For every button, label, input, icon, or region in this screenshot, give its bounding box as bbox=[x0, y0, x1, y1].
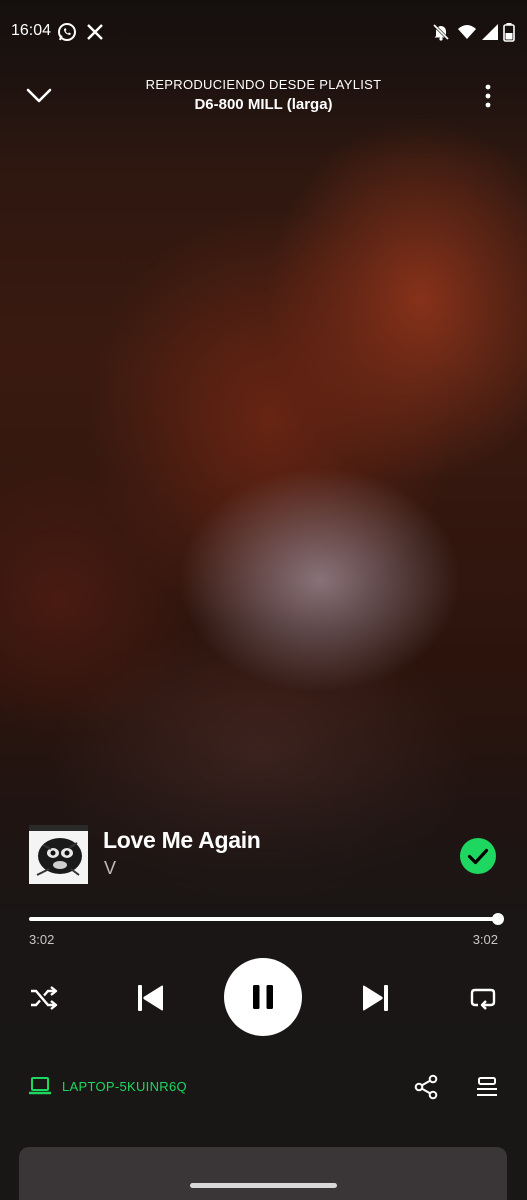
previous-track-button[interactable] bbox=[130, 978, 170, 1018]
skip-next-icon bbox=[363, 985, 388, 1011]
playback-progress-bar[interactable] bbox=[29, 912, 504, 926]
pause-icon bbox=[253, 985, 273, 1009]
saved-to-library-button[interactable] bbox=[459, 837, 497, 875]
lyrics-card[interactable] bbox=[19, 1147, 507, 1200]
shuffle-icon bbox=[31, 986, 58, 1010]
shuffle-button[interactable] bbox=[26, 980, 62, 1016]
playing-from-label: REPRODUCIENDO DESDE PLAYLIST bbox=[145, 77, 382, 92]
status-bar: 16:04 bbox=[0, 0, 527, 64]
cellular-signal-icon bbox=[480, 22, 500, 42]
repeat-button[interactable] bbox=[465, 980, 501, 1016]
album-art-image bbox=[29, 825, 88, 884]
track-info: Love Me Again V bbox=[29, 825, 499, 885]
home-indicator[interactable] bbox=[190, 1183, 337, 1188]
bottom-gradient bbox=[0, 700, 527, 1200]
connected-device[interactable]: LAPTOP-5KUINR6Q bbox=[28, 1074, 187, 1098]
progress-fill bbox=[29, 917, 498, 921]
player-header: REPRODUCIENDO DESDE PLAYLIST D6-800 MILL… bbox=[0, 70, 527, 130]
queue-button[interactable] bbox=[471, 1072, 503, 1102]
more-vertical-icon bbox=[485, 84, 491, 108]
more-options-button[interactable] bbox=[470, 78, 506, 114]
battery-icon bbox=[502, 22, 516, 42]
skip-previous-icon bbox=[138, 985, 163, 1011]
notifications-off-icon bbox=[431, 22, 451, 42]
wifi-icon bbox=[457, 22, 477, 42]
check-circle-icon bbox=[460, 838, 496, 874]
elapsed-time: 3:02 bbox=[29, 932, 55, 947]
progress-handle[interactable] bbox=[492, 913, 504, 925]
album-cover[interactable] bbox=[29, 825, 88, 884]
laptop-icon bbox=[29, 1077, 51, 1095]
track-artist[interactable]: V bbox=[104, 858, 116, 879]
pause-button[interactable] bbox=[224, 958, 302, 1036]
queue-icon bbox=[477, 1077, 497, 1096]
track-title[interactable]: Love Me Again bbox=[103, 827, 261, 854]
repeat-icon bbox=[470, 988, 496, 1010]
now-playing-screen: 16:04 REPRODUCIENDO DESDE PLAYLIST D6-80… bbox=[0, 0, 527, 1200]
next-track-button[interactable] bbox=[356, 978, 396, 1018]
device-name: LAPTOP-5KUINR6Q bbox=[62, 1078, 187, 1094]
whatsapp-icon bbox=[57, 22, 77, 42]
total-time: 3:02 bbox=[472, 932, 498, 947]
x-icon bbox=[85, 22, 105, 42]
share-icon bbox=[414, 1074, 438, 1100]
share-button[interactable] bbox=[410, 1072, 442, 1102]
status-time: 16:04 bbox=[11, 22, 52, 39]
playlist-name[interactable]: D6-800 MILL (larga) bbox=[0, 96, 527, 113]
